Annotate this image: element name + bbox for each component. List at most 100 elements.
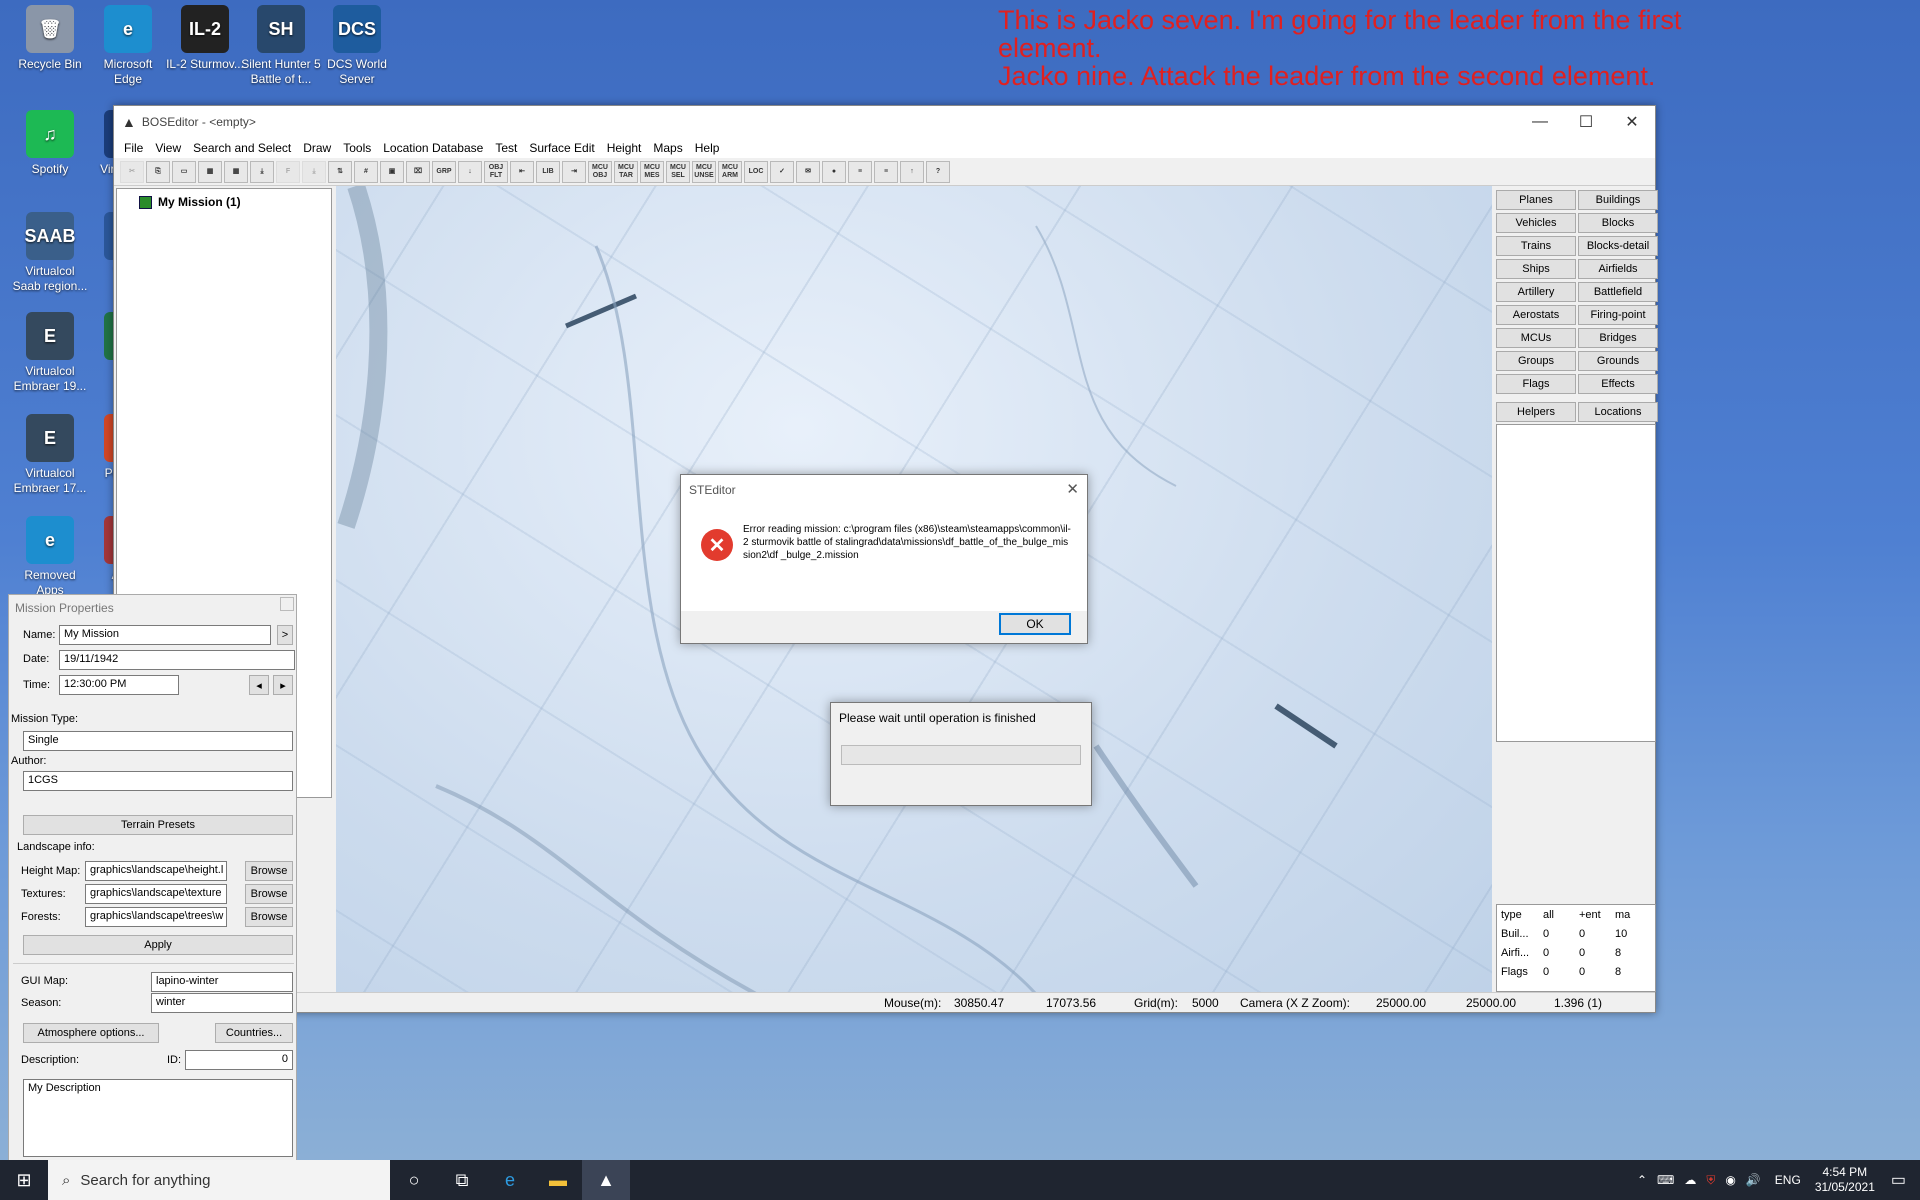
toolbar-button[interactable]: MCU UNSE	[692, 160, 716, 183]
desktop-icon[interactable]: DCS DCS World Server	[317, 5, 397, 87]
toolbar-button[interactable]: ⎘	[146, 160, 170, 183]
category-button-flags[interactable]: Flags	[1496, 374, 1576, 394]
toolbar-button[interactable]: ▭	[172, 160, 196, 183]
menu-item[interactable]: Draw	[297, 141, 337, 155]
desktop-icon[interactable]: SAAB Virtualcol Saab region...	[10, 212, 90, 294]
menu-item[interactable]: Tools	[337, 141, 377, 155]
countries-button[interactable]: Countries...	[215, 1023, 293, 1043]
category-button-trains[interactable]: Trains	[1496, 236, 1576, 256]
toolbar-button[interactable]: ●	[822, 160, 846, 183]
atmosphere-options-button[interactable]: Atmosphere options...	[23, 1023, 159, 1043]
toolbar-button[interactable]: LIB	[536, 160, 560, 183]
apply-button[interactable]: Apply	[23, 935, 293, 955]
maximize-button[interactable]: ☐	[1563, 106, 1609, 138]
toolbar-button[interactable]: MCU OBJ	[588, 160, 612, 183]
menu-item[interactable]: Surface Edit	[523, 141, 600, 155]
toolbar-button[interactable]: ⇥	[562, 160, 586, 183]
language-indicator[interactable]: ENG	[1775, 1173, 1801, 1187]
gui-map-select[interactable]: lapino-winter	[151, 972, 293, 992]
file-explorer-icon[interactable]: ▬	[534, 1160, 582, 1200]
clock[interactable]: 4:54 PM 31/05/2021	[1815, 1165, 1875, 1195]
toolbar-button[interactable]: F	[276, 160, 300, 183]
menu-item[interactable]: File	[118, 141, 149, 155]
toolbar-button[interactable]: ✂	[120, 160, 144, 183]
name-field[interactable]: My Mission	[59, 625, 271, 645]
toolbar-button[interactable]: ✉	[796, 160, 820, 183]
height-map-field[interactable]: graphics\landscape\height.l	[85, 861, 227, 881]
menu-item[interactable]: Help	[689, 141, 726, 155]
cortana-icon[interactable]: ○	[390, 1160, 438, 1200]
category-button-planes[interactable]: Planes	[1496, 190, 1576, 210]
desktop-icon[interactable]: SH Silent Hunter 5 Battle of t...	[241, 5, 321, 87]
category-button-artillery[interactable]: Artillery	[1496, 282, 1576, 302]
author-field[interactable]: 1CGS	[23, 771, 293, 791]
toolbar-button[interactable]: OBJ FLT	[484, 160, 508, 183]
category-button-grounds[interactable]: Grounds	[1578, 351, 1658, 371]
task-view-icon[interactable]: ⧉	[438, 1160, 486, 1200]
season-select[interactable]: winter	[151, 993, 293, 1013]
prev-time-button[interactable]: ◂	[249, 675, 269, 695]
ok-button[interactable]: OK	[999, 613, 1071, 635]
menu-item[interactable]: Location Database	[377, 141, 489, 155]
toolbar-button[interactable]: ↓	[458, 160, 482, 183]
minimize-button[interactable]: —	[1517, 106, 1563, 138]
category-button-vehicles[interactable]: Vehicles	[1496, 213, 1576, 233]
menu-item[interactable]: Maps	[647, 141, 688, 155]
toolbar-button[interactable]: ▦	[198, 160, 222, 183]
category-button-aerostats[interactable]: Aerostats	[1496, 305, 1576, 325]
terrain-presets-button[interactable]: Terrain Presets	[23, 815, 293, 835]
close-button[interactable]: ✕	[1609, 106, 1655, 138]
security-icon[interactable]: ⛨	[1706, 1173, 1715, 1188]
volume-icon[interactable]: 🔊	[1746, 1173, 1761, 1187]
toolbar-button[interactable]: ⤓	[302, 160, 326, 183]
locations-button[interactable]: Locations	[1578, 402, 1658, 422]
desktop-icon[interactable]: e Microsoft Edge	[88, 5, 168, 87]
time-field[interactable]: 12:30:00 PM	[59, 675, 179, 695]
helpers-button[interactable]: Helpers	[1496, 402, 1576, 422]
id-field[interactable]: 0	[185, 1050, 293, 1070]
app-tray-icon[interactable]: ◉	[1725, 1173, 1735, 1187]
category-button-battlefield[interactable]: Battlefield	[1578, 282, 1658, 302]
menu-item[interactable]: Test	[489, 141, 523, 155]
name-arrow-button[interactable]: >	[277, 625, 293, 645]
toolbar-button[interactable]: ⤓	[250, 160, 274, 183]
toolbar-button[interactable]: GRP	[432, 160, 456, 183]
forests-field[interactable]: graphics\landscape\trees\w	[85, 907, 227, 927]
start-icon[interactable]: ⊞	[0, 1160, 48, 1200]
date-field[interactable]: 19/11/1942	[59, 650, 295, 670]
toolbar-button[interactable]: ▣	[380, 160, 404, 183]
browse-height-button[interactable]: Browse	[245, 861, 293, 881]
toolbar-button[interactable]: ⇅	[328, 160, 352, 183]
category-button-mcus[interactable]: MCUs	[1496, 328, 1576, 348]
menu-item[interactable]: View	[149, 141, 187, 155]
toolbar-button[interactable]: ▦	[224, 160, 248, 183]
panel-close-icon[interactable]	[280, 597, 294, 611]
boseditor-taskbar-icon[interactable]: ▲	[582, 1160, 630, 1200]
toolbar-button[interactable]: MCU MES	[640, 160, 664, 183]
desktop-icon[interactable]: ♫ Spotify	[10, 110, 90, 177]
toolbar-button[interactable]: LOC	[744, 160, 768, 183]
category-button-bridges[interactable]: Bridges	[1578, 328, 1658, 348]
menu-item[interactable]: Search and Select	[187, 141, 297, 155]
notifications-icon[interactable]: ▭	[1891, 1170, 1906, 1190]
cloud-icon[interactable]: ☁	[1684, 1173, 1696, 1187]
edge-icon[interactable]: e	[486, 1160, 534, 1200]
browse-textures-button[interactable]: Browse	[245, 884, 293, 904]
toolbar-button[interactable]: ≡	[874, 160, 898, 183]
category-button-firing-point[interactable]: Firing-point	[1578, 305, 1658, 325]
category-button-effects[interactable]: Effects	[1578, 374, 1658, 394]
dialog-close-icon[interactable]: ✕	[1066, 480, 1079, 498]
toolbar-button[interactable]: #	[354, 160, 378, 183]
toolbar-button[interactable]: MCU TAR	[614, 160, 638, 183]
object-list[interactable]	[1496, 424, 1656, 742]
desktop-icon[interactable]: IL-2 IL-2 Sturmov...	[165, 5, 245, 72]
category-button-buildings[interactable]: Buildings	[1578, 190, 1658, 210]
browse-forests-button[interactable]: Browse	[245, 907, 293, 927]
tree-node-root[interactable]: My Mission (1)	[139, 195, 241, 209]
tray-chevron-icon[interactable]: ⌃	[1637, 1173, 1647, 1187]
toolbar-button[interactable]: ?	[926, 160, 950, 183]
desktop-icon[interactable]: E Virtualcol Embraer 17...	[10, 414, 90, 496]
desktop-icon[interactable]: E Virtualcol Embraer 19...	[10, 312, 90, 394]
toolbar-button[interactable]: ≡	[848, 160, 872, 183]
desktop-icon[interactable]: 🗑 Recycle Bin	[10, 5, 90, 72]
